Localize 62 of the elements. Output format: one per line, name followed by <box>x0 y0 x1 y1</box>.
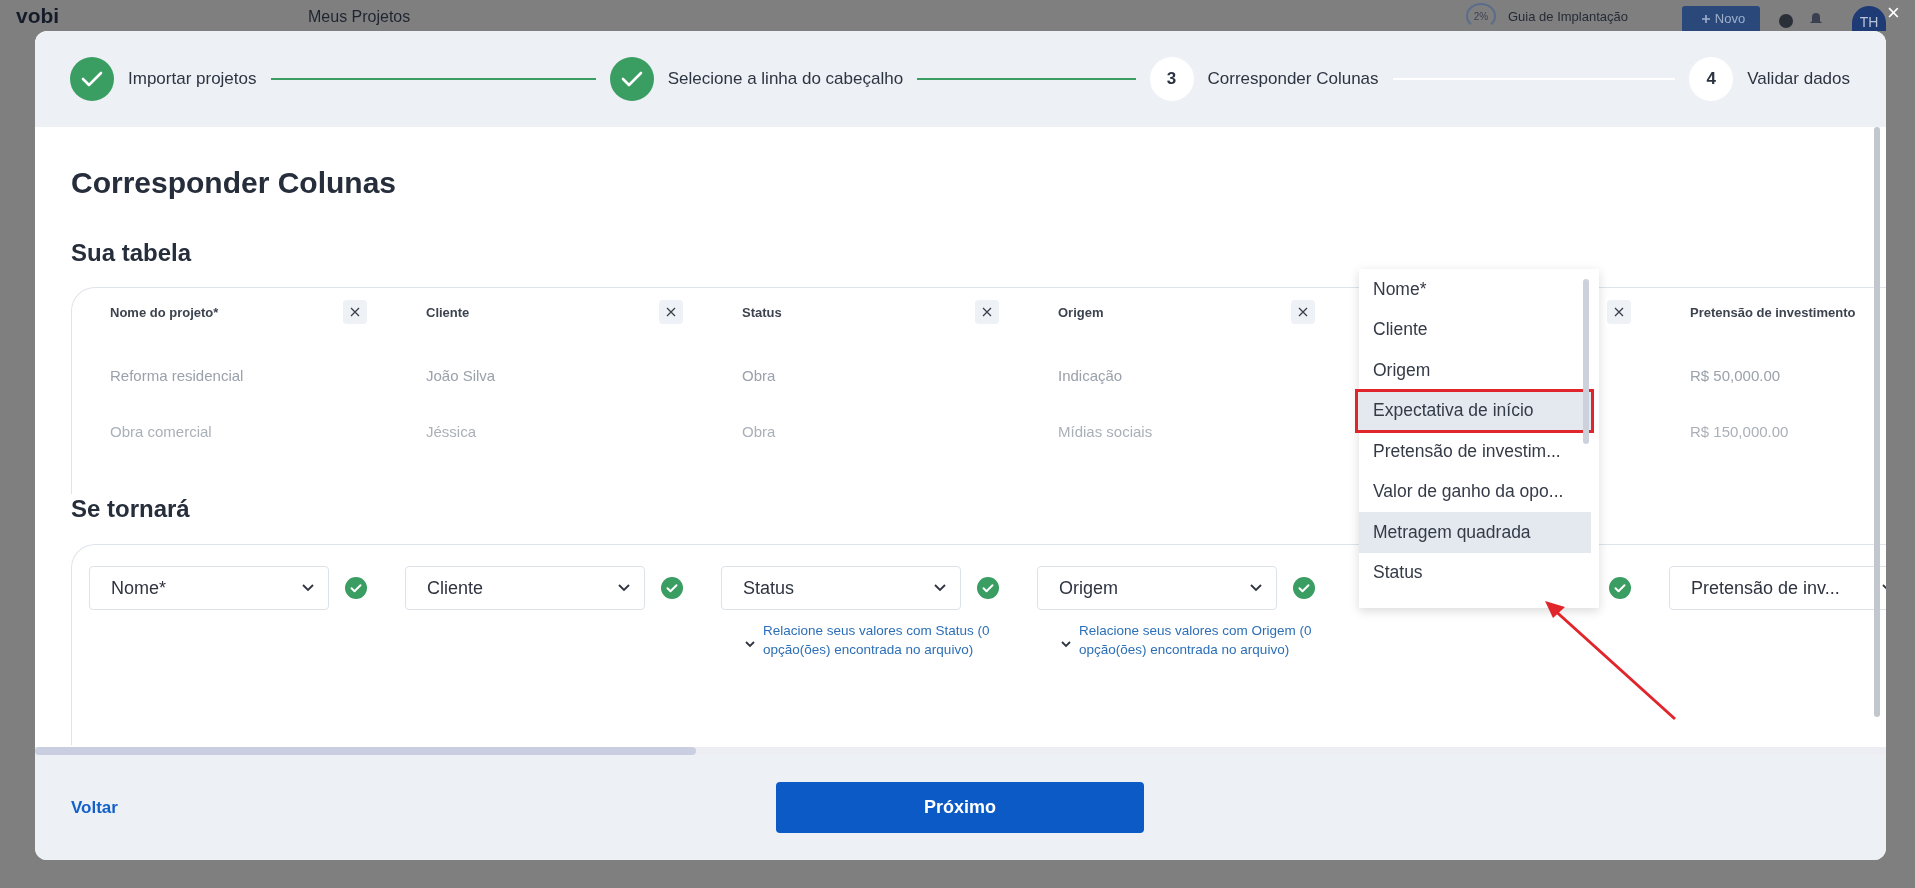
column-select[interactable]: Origem <box>1037 566 1277 610</box>
dropdown-option[interactable]: Cliente <box>1359 309 1591 350</box>
scrollbar-thumb[interactable] <box>1583 279 1589 444</box>
column-header: Nome do projeto* <box>110 304 219 320</box>
dropdown-option[interactable]: Expectativa de início <box>1357 390 1592 431</box>
column-header: Status <box>742 304 782 320</box>
remove-column-button[interactable] <box>343 300 367 324</box>
page-heading: Corresponder Colunas <box>71 165 398 201</box>
close-icon <box>982 307 992 317</box>
table-cell-text: João Silva <box>426 367 497 385</box>
dropdown-option[interactable]: Origem <box>1359 350 1591 391</box>
dropdown-option[interactable]: Nome* <box>1359 269 1591 310</box>
section-heading: Sua tabela <box>71 238 192 268</box>
table-cell-text: R$ 50,000.00 <box>1690 367 1782 385</box>
dropdown-option[interactable]: Pretensão de investim... <box>1359 431 1591 472</box>
close-icon <box>666 307 676 317</box>
table-cell-text: Obra <box>742 367 777 385</box>
close-icon <box>1298 307 1308 317</box>
guide-link[interactable]: Guia de Implantação <box>1508 9 1628 24</box>
next-button[interactable]: Próximo <box>776 782 1144 833</box>
close-icon <box>350 307 360 317</box>
dropdown-option[interactable]: Valor de ganho da opo... <box>1359 471 1591 512</box>
relation-link[interactable]: Relacione seus valores com Origem (0 opção(ões) encontrada no arquivo) <box>1079 621 1331 659</box>
remove-column-button[interactable] <box>659 300 683 324</box>
step-label: Validar dados <box>1747 69 1850 89</box>
section-heading: Se tornará <box>71 494 190 524</box>
table-cell-text: Obra <box>742 423 777 441</box>
table-cell-text: Obra comercial <box>110 423 213 441</box>
back-link[interactable]: Voltar <box>71 797 118 818</box>
remove-column-button[interactable] <box>1291 300 1315 324</box>
column-header: Cliente <box>426 304 470 320</box>
step-label: Corresponder Colunas <box>1207 69 1379 89</box>
bell-icon[interactable] <box>1810 12 1822 24</box>
plus-icon <box>1700 13 1711 24</box>
user-avatar[interactable]: TH <box>1852 6 1886 31</box>
close-icon <box>1614 307 1624 317</box>
column-select[interactable]: Pretensão de inv... <box>1669 566 1886 610</box>
close-button[interactable]: × <box>1883 0 1904 26</box>
scrollbar-thumb[interactable] <box>35 747 696 755</box>
new-button[interactable]: Novo <box>1682 6 1760 31</box>
table-cell-text: R$ 150,000.00 <box>1690 423 1790 441</box>
dropdown-option[interactable]: Metragem quadrada <box>1359 512 1591 553</box>
column-header: Pretensão de investimento <box>1690 304 1856 320</box>
relation-link[interactable]: Relacione seus valores com Status (0 opção(ões) encontrada no arquivo) <box>763 621 1015 659</box>
column-select[interactable]: Cliente <box>405 566 645 610</box>
remove-column-button[interactable] <box>1607 300 1631 324</box>
column-select[interactable]: Nome* <box>89 566 329 610</box>
step-label: Importar projetos <box>128 69 257 89</box>
help-icon[interactable] <box>1779 14 1793 28</box>
page-title: Meus Projetos <box>308 8 411 26</box>
check-icon <box>81 70 103 88</box>
table-cell-text: Jéssica <box>426 423 478 441</box>
table-cell-text: Indicação <box>1058 367 1124 385</box>
step-label: Selecione a linha do cabeçalho <box>667 69 904 89</box>
app-logo: vobi <box>16 4 60 28</box>
table-cell-text: Reforma residencial <box>110 367 245 385</box>
dropdown-option[interactable]: Status <box>1359 552 1591 593</box>
table-cell-text: Mídias sociais <box>1058 423 1154 441</box>
column-select[interactable]: Status <box>721 566 961 610</box>
column-header: Origem <box>1058 304 1104 320</box>
remove-column-button[interactable] <box>975 300 999 324</box>
scrollbar-thumb[interactable] <box>1874 127 1880 717</box>
